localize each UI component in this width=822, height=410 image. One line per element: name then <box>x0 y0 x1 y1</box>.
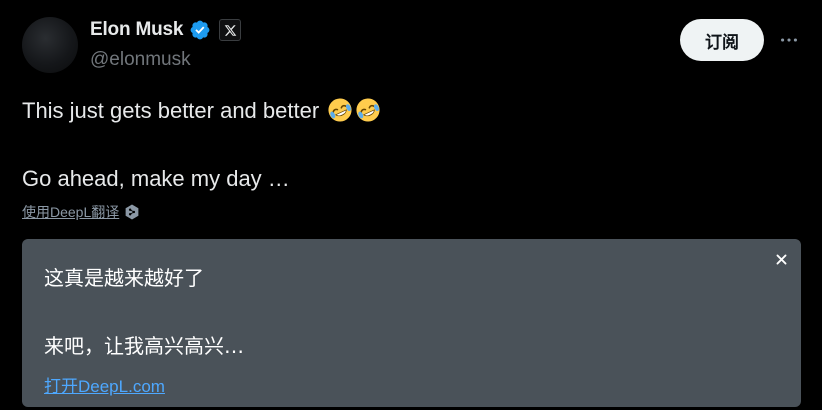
tweet: Elon Musk @elonmusk 订阅 This just gets be… <box>0 0 822 410</box>
close-translation-button[interactable] <box>773 251 789 267</box>
tweet-line-1: This just gets better and better <box>22 96 782 126</box>
author-display-name[interactable]: Elon Musk <box>90 19 183 41</box>
rolling-on-floor-laughing-emoji <box>328 98 352 122</box>
deepl-icon <box>125 204 139 220</box>
translation-gap <box>44 293 244 331</box>
translation-line-1: 这真是越来越好了 <box>44 266 204 290</box>
more-dots-icon <box>781 38 797 42</box>
tweet-body: This just gets better and better Go ahea… <box>22 96 782 194</box>
author-name-row: Elon Musk <box>90 19 242 41</box>
tweet-line-1-text: This just gets better and better <box>22 98 320 123</box>
rolling-on-floor-laughing-emoji <box>356 98 380 122</box>
verified-badge-icon[interactable] <box>189 19 211 41</box>
translation-text: 这真是越来越好了 来吧，让我高兴高兴… <box>44 263 244 361</box>
x-logo-icon[interactable] <box>219 19 242 41</box>
avatar[interactable] <box>22 17 78 73</box>
translation-popup: 这真是越来越好了 来吧，让我高兴高兴… 打开DeepL.com <box>22 239 801 407</box>
tweet-line-2: Go ahead, make my day … <box>22 166 290 191</box>
tweet-line-gap <box>22 126 782 164</box>
translation-line-2: 来吧，让我高兴高兴… <box>44 334 244 358</box>
close-icon <box>776 254 786 264</box>
translate-with-deepl-label: 使用DeepL翻译 <box>22 204 120 220</box>
open-deepl-link[interactable]: 打开DeepL.com <box>44 372 165 397</box>
subscribe-button[interactable]: 订阅 <box>680 19 764 61</box>
translate-with-deepl-link[interactable]: 使用DeepL翻译 <box>22 202 141 222</box>
more-options-button[interactable] <box>774 28 804 52</box>
author-handle[interactable]: @elonmusk <box>90 49 191 71</box>
